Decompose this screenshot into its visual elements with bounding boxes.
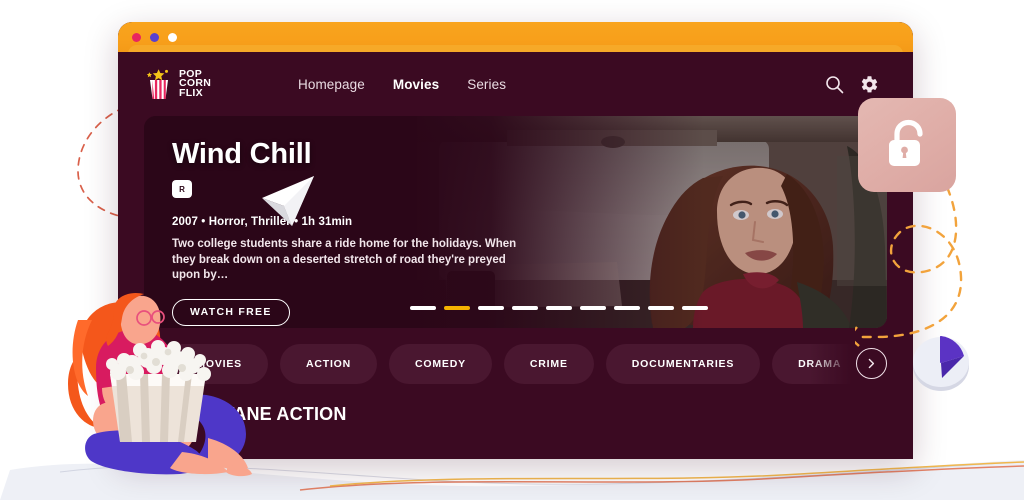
nav-icon-group (825, 75, 879, 94)
category-chip-crime[interactable]: CRIME (503, 344, 594, 384)
popcorn-logo-icon (146, 69, 168, 99)
carousel-dash[interactable] (478, 306, 504, 310)
lock-badge-decoration (858, 98, 956, 192)
carousel-dash[interactable] (512, 306, 538, 310)
category-chip-comedy[interactable]: COMEDY (389, 344, 492, 384)
top-navigation-bar: POP CORN FLIX Homepage Movies Series (118, 52, 913, 116)
category-chip-drama[interactable]: DRAMA (772, 344, 868, 384)
carousel-dash[interactable] (614, 306, 640, 310)
carousel-dash[interactable] (546, 306, 572, 310)
gear-icon[interactable] (860, 75, 879, 94)
hero-movie-meta: 2007 • Horror, Thriller • 1h 31min (172, 216, 353, 228)
category-next-button[interactable] (856, 348, 887, 379)
screenshot-stage: POP CORN FLIX Homepage Movies Series Win… (0, 0, 1024, 500)
hero-movie-description: Two college students share a ride home f… (172, 238, 517, 282)
category-chip-documentaries[interactable]: DOCUMENTARIES (605, 344, 761, 384)
woman-with-popcorn-illustration (68, 292, 252, 477)
rating-badge: R (172, 180, 192, 198)
window-maximize-dot[interactable] (168, 33, 177, 42)
window-close-dot[interactable] (132, 33, 141, 42)
nav-link-movies[interactable]: Movies (393, 77, 439, 92)
unlocked-padlock-icon (889, 119, 923, 166)
category-chip-action[interactable]: ACTION (279, 344, 378, 384)
browser-titlebar (118, 22, 913, 54)
brand-logo[interactable]: POP CORN FLIX (144, 68, 264, 100)
play-circle-decoration[interactable] (908, 330, 974, 394)
brand-line-3: FLIX (179, 86, 203, 99)
carousel-dash-active[interactable] (444, 306, 470, 310)
chevron-right-icon (868, 358, 875, 369)
nav-link-series[interactable]: Series (467, 77, 506, 92)
carousel-dash[interactable] (580, 306, 606, 310)
nav-link-homepage[interactable]: Homepage (298, 77, 365, 92)
search-icon[interactable] (825, 75, 844, 94)
carousel-dash[interactable] (682, 306, 708, 310)
window-minimize-dot[interactable] (150, 33, 159, 42)
carousel-dash[interactable] (648, 306, 674, 310)
carousel-dash[interactable] (410, 306, 436, 310)
nav-links: Homepage Movies Series (298, 77, 506, 92)
hero-movie-title: Wind Chill (172, 138, 312, 170)
hero-carousel-indicators (410, 306, 708, 310)
